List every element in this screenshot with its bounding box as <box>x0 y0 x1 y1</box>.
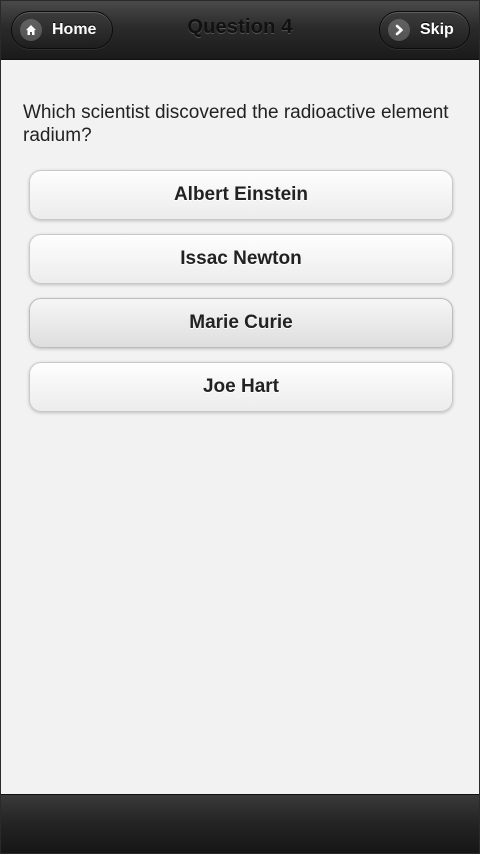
answer-list: Albert Einstein Issac Newton Marie Curie… <box>29 170 453 426</box>
app-frame: Home Question 4 Skip Which scientist dis… <box>0 0 480 854</box>
answer-button[interactable]: Albert Einstein <box>29 170 453 220</box>
answer-button[interactable]: Joe Hart <box>29 362 453 412</box>
skip-button-label: Skip <box>420 21 454 38</box>
skip-button[interactable]: Skip <box>379 11 470 49</box>
footer-bar <box>1 794 479 853</box>
header-bar: Home Question 4 Skip <box>1 1 479 60</box>
question-text: Which scientist discovered the radioacti… <box>23 102 449 146</box>
answer-button[interactable]: Marie Curie <box>29 298 453 348</box>
answer-button[interactable]: Issac Newton <box>29 234 453 284</box>
chevron-right-icon <box>388 19 410 41</box>
